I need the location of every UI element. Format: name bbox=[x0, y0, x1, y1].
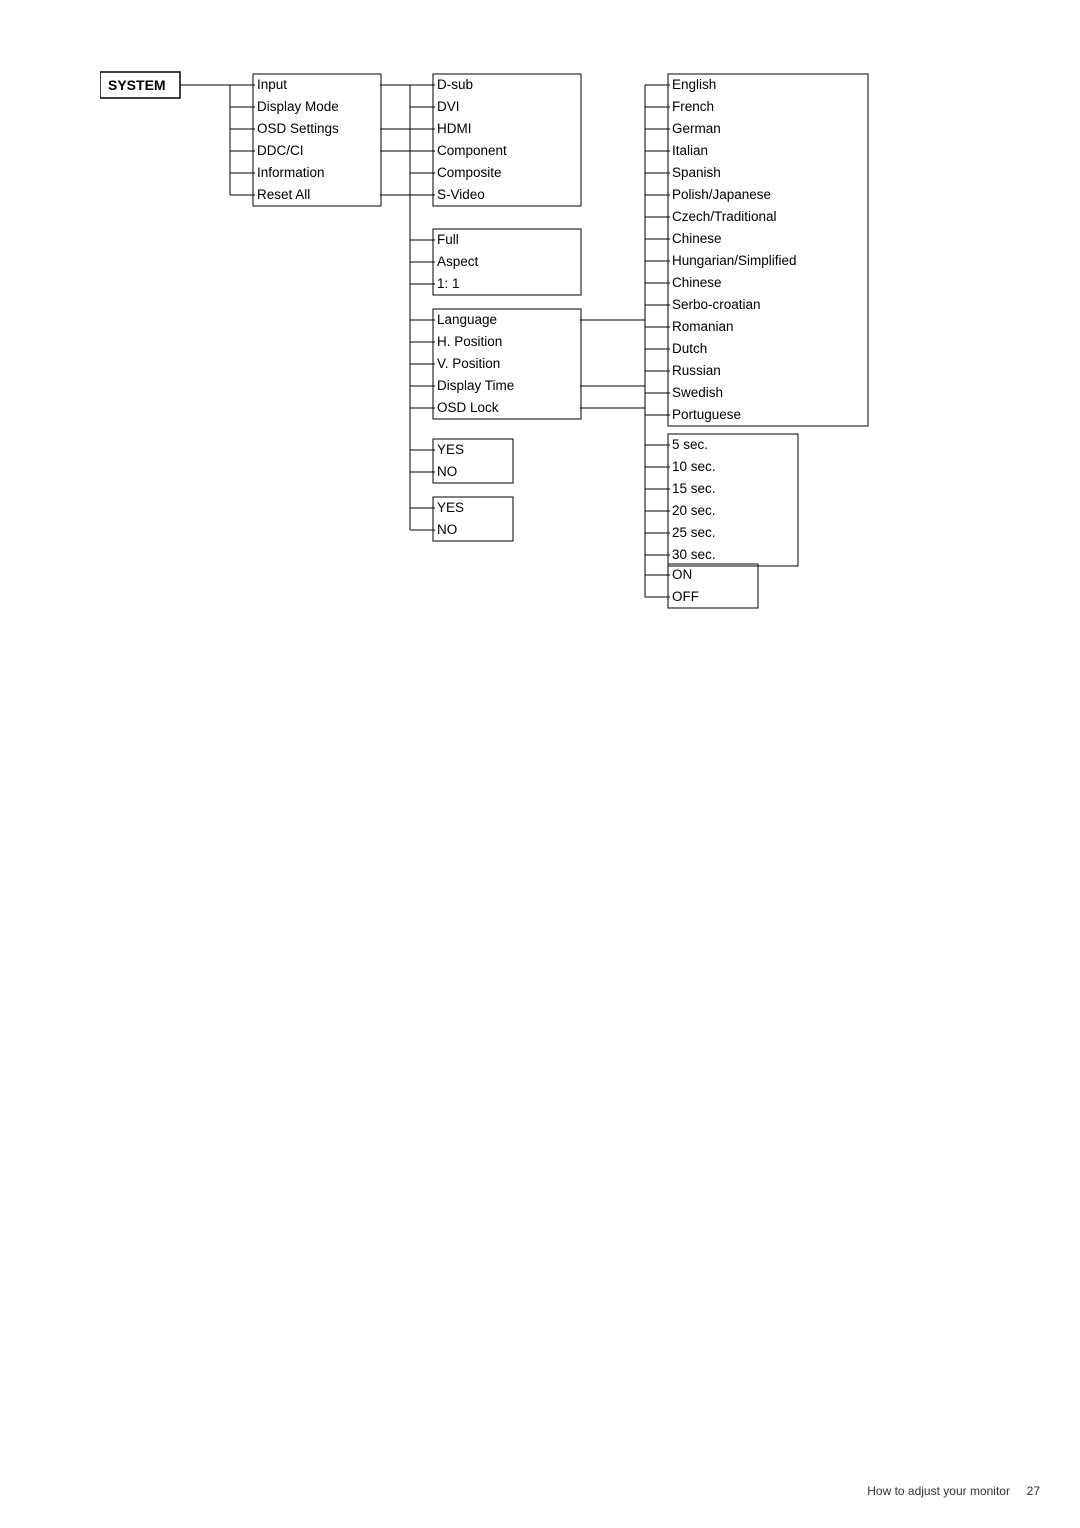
label-off: OFF bbox=[672, 589, 699, 604]
label-chinese2: Chinese bbox=[672, 275, 722, 290]
label-italian: Italian bbox=[672, 143, 708, 158]
label-polish: Polish/Japanese bbox=[672, 187, 771, 202]
diagram-svg: SYSTEM Input Display Mode OSD Settings D… bbox=[100, 60, 970, 620]
label-osdlock: OSD Lock bbox=[437, 400, 499, 415]
page-container: SYSTEM Input Display Mode OSD Settings D… bbox=[0, 0, 1080, 1528]
diagram-wrapper: SYSTEM Input Display Mode OSD Settings D… bbox=[100, 60, 970, 620]
label-resetall: Reset All bbox=[257, 187, 310, 202]
label-yes1: YES bbox=[437, 442, 464, 457]
label-no2: NO bbox=[437, 522, 457, 537]
label-ddcci: DDC/CI bbox=[257, 143, 304, 158]
label-russian: Russian bbox=[672, 363, 721, 378]
label-component: Component bbox=[437, 143, 507, 158]
label-romanian: Romanian bbox=[672, 319, 734, 334]
label-input: Input bbox=[257, 77, 287, 92]
label-yes2: YES bbox=[437, 500, 464, 515]
label-german: German bbox=[672, 121, 721, 136]
label-oneone: 1: 1 bbox=[437, 276, 460, 291]
label-vpos: V. Position bbox=[437, 356, 500, 371]
label-spanish: Spanish bbox=[672, 165, 721, 180]
label-portuguese: Portuguese bbox=[672, 407, 741, 422]
label-25sec: 25 sec. bbox=[672, 525, 716, 540]
label-aspect: Aspect bbox=[437, 254, 479, 269]
footer-text: How to adjust your monitor bbox=[867, 1484, 1010, 1498]
label-30sec: 30 sec. bbox=[672, 547, 716, 562]
system-label: SYSTEM bbox=[108, 77, 166, 93]
label-osdsettings: OSD Settings bbox=[257, 121, 339, 136]
label-full: Full bbox=[437, 232, 459, 247]
label-information: Information bbox=[257, 165, 325, 180]
label-disptime: Display Time bbox=[437, 378, 514, 393]
label-dutch: Dutch bbox=[672, 341, 707, 356]
page-number: 27 bbox=[1027, 1484, 1040, 1498]
label-no1: NO bbox=[437, 464, 457, 479]
label-french: French bbox=[672, 99, 714, 114]
label-15sec: 15 sec. bbox=[672, 481, 716, 496]
label-composite: Composite bbox=[437, 165, 502, 180]
label-serbo: Serbo-croatian bbox=[672, 297, 761, 312]
label-chinese1: Chinese bbox=[672, 231, 722, 246]
label-svideo: S-Video bbox=[437, 187, 485, 202]
label-czech: Czech/Traditional bbox=[672, 209, 777, 224]
label-displaymode: Display Mode bbox=[257, 99, 339, 114]
label-on: ON bbox=[672, 567, 692, 582]
label-dvi: DVI bbox=[437, 99, 460, 114]
label-dsub: D-sub bbox=[437, 77, 473, 92]
label-hpos: H. Position bbox=[437, 334, 502, 349]
label-language: Language bbox=[437, 312, 497, 327]
label-5sec: 5 sec. bbox=[672, 437, 708, 452]
label-hungarian: Hungarian/Simplified bbox=[672, 253, 797, 268]
label-swedish: Swedish bbox=[672, 385, 723, 400]
label-20sec: 20 sec. bbox=[672, 503, 716, 518]
label-english: English bbox=[672, 77, 716, 92]
label-hdmi: HDMI bbox=[437, 121, 472, 136]
label-10sec: 10 sec. bbox=[672, 459, 716, 474]
footer: How to adjust your monitor 27 bbox=[867, 1484, 1040, 1498]
